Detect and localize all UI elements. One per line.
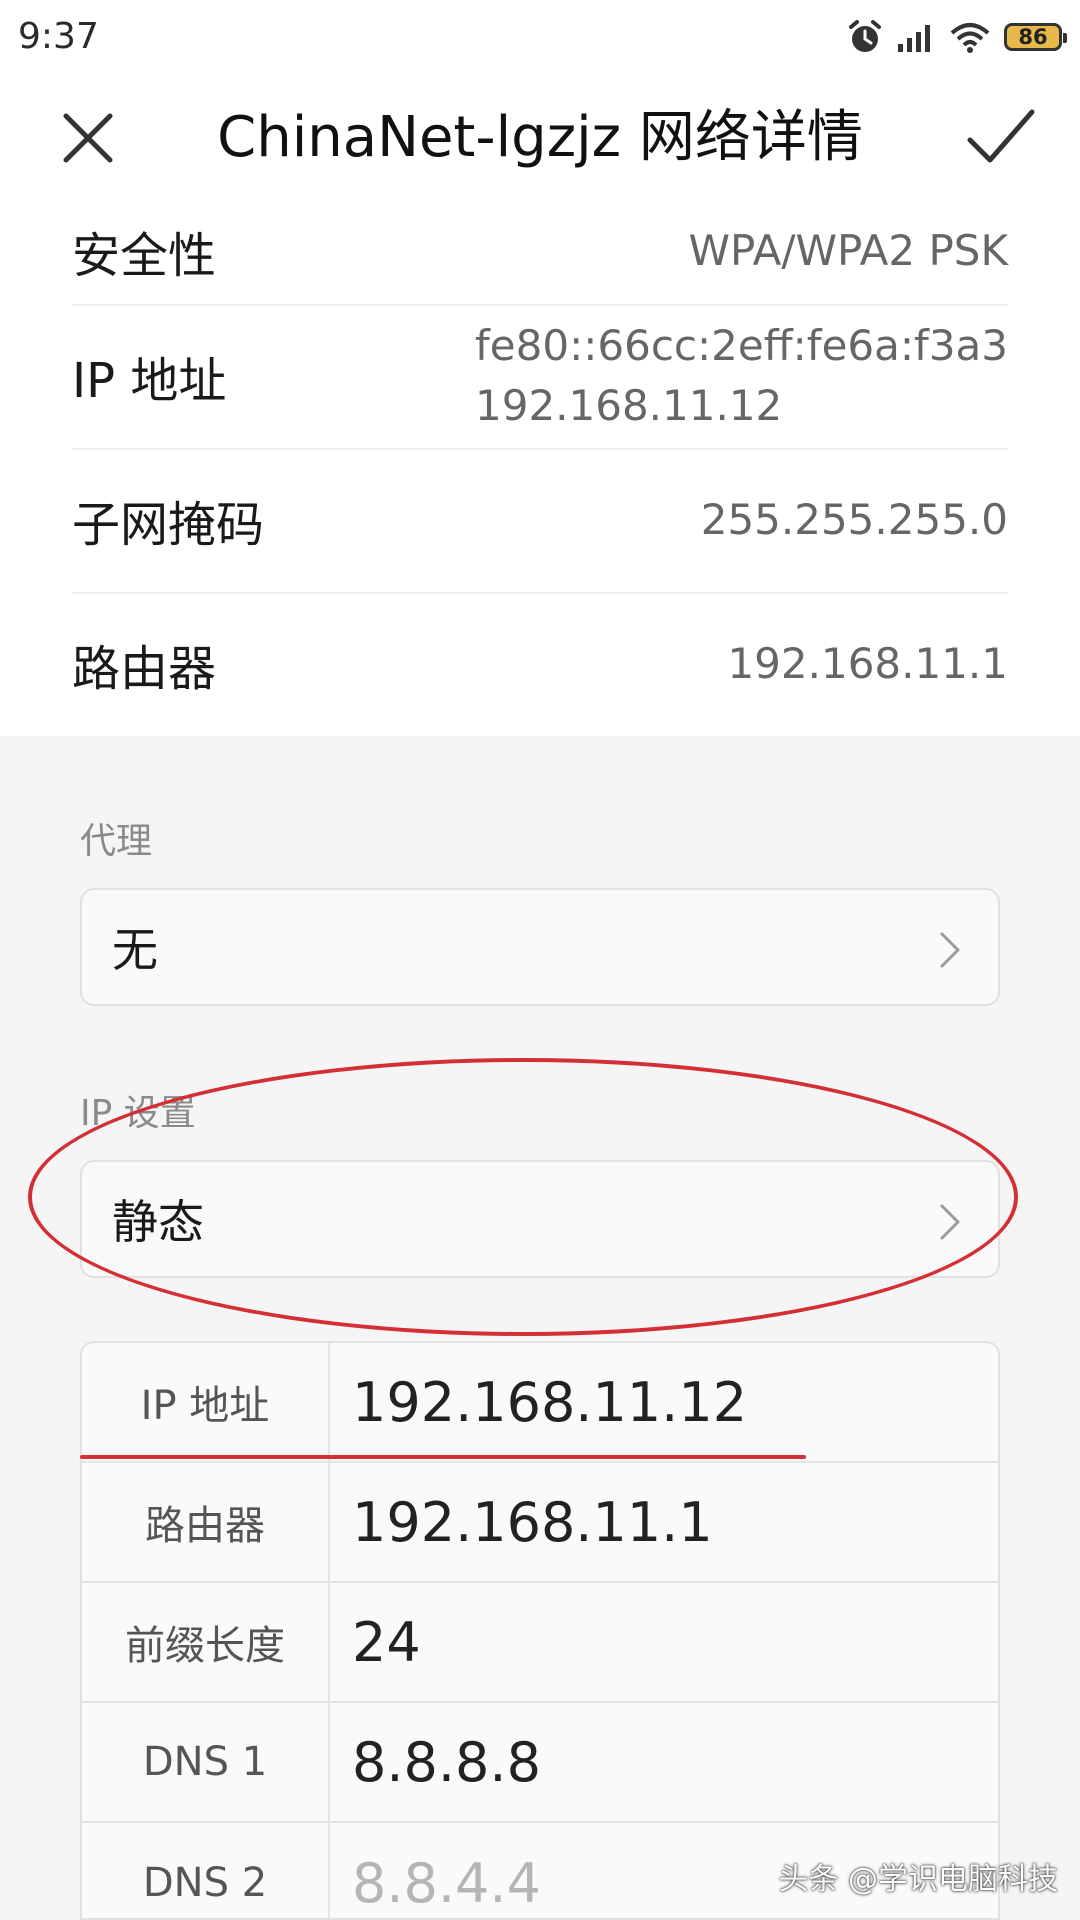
confirm-button[interactable] <box>960 98 1040 178</box>
status-bar: 9:37 86 <box>0 0 1080 76</box>
close-button[interactable] <box>48 98 128 178</box>
field-label: 前缀长度 <box>82 1583 330 1701</box>
info-label: 路由器 <box>72 641 217 697</box>
signal-icon <box>898 25 930 52</box>
info-label: 子网掩码 <box>72 497 265 553</box>
proxy-selected-value: 无 <box>112 923 158 977</box>
chevron-right-icon <box>940 1204 960 1240</box>
info-row-ip-address: IP 地址 fe80::66cc:2eff:fe6a:f3a3 192.168.… <box>72 304 1008 450</box>
battery-icon: 86 <box>1004 23 1067 51</box>
info-value: 255.255.255.0 <box>700 495 1008 544</box>
ip-settings-section-label: IP 设置 <box>80 1093 196 1134</box>
page-title: ChinaNet-lgzjz 网络详情 <box>217 105 863 170</box>
check-icon <box>967 109 1035 163</box>
field-row-router: 路由器 <box>82 1463 998 1583</box>
field-label: DNS 1 <box>82 1703 330 1821</box>
close-icon <box>63 113 113 163</box>
ipv6-address: fe80::66cc:2eff:fe6a:f3a3 <box>475 321 1008 370</box>
info-label: IP 地址 <box>72 353 227 409</box>
info-value: fe80::66cc:2eff:fe6a:f3a3 192.168.11.12 <box>475 316 1008 436</box>
network-info-panel: 安全性 WPA/WPA2 PSK IP 地址 fe80::66cc:2eff:f… <box>0 198 1080 736</box>
info-row-router: 路由器 192.168.11.1 <box>72 592 1008 736</box>
wifi-icon <box>950 23 990 53</box>
info-row-subnet-mask: 子网掩码 255.255.255.0 <box>72 448 1008 594</box>
battery-level: 86 <box>1018 25 1048 49</box>
field-label: DNS 2 <box>82 1823 330 1918</box>
router-input[interactable] <box>352 1463 998 1581</box>
info-label: 安全性 <box>72 228 217 284</box>
chevron-right-icon <box>940 932 960 968</box>
ipv4-address: 192.168.11.12 <box>475 381 783 430</box>
dns1-input[interactable] <box>352 1703 998 1821</box>
info-row-security: 安全性 WPA/WPA2 PSK <box>72 198 1008 306</box>
status-time: 9:37 <box>18 16 99 57</box>
field-row-prefix-length: 前缀长度 <box>82 1583 998 1703</box>
field-label: IP 地址 <box>82 1343 330 1461</box>
info-value: 192.168.11.1 <box>727 639 1008 688</box>
info-value: WPA/WPA2 PSK <box>688 226 1008 275</box>
header: ChinaNet-lgzjz 网络详情 <box>0 76 1080 200</box>
field-row-dns1: DNS 1 <box>82 1703 998 1823</box>
status-icons: 86 <box>848 14 1067 60</box>
proxy-section-label: 代理 <box>80 821 153 862</box>
prefix-length-input[interactable] <box>352 1583 998 1701</box>
ip-settings-selected-value: 静态 <box>112 1195 204 1249</box>
ip-settings-select[interactable]: 静态 <box>80 1160 1000 1278</box>
watermark: 头条 @学识电脑科技 <box>778 1862 1058 1897</box>
alarm-icon <box>849 20 881 52</box>
ip-address-input[interactable] <box>352 1343 998 1461</box>
field-row-ip-address: IP 地址 <box>82 1343 998 1463</box>
static-ip-table: IP 地址 路由器 前缀长度 DNS 1 DNS 2 <box>80 1341 1000 1920</box>
field-label: 路由器 <box>82 1463 330 1581</box>
proxy-select[interactable]: 无 <box>80 888 1000 1006</box>
